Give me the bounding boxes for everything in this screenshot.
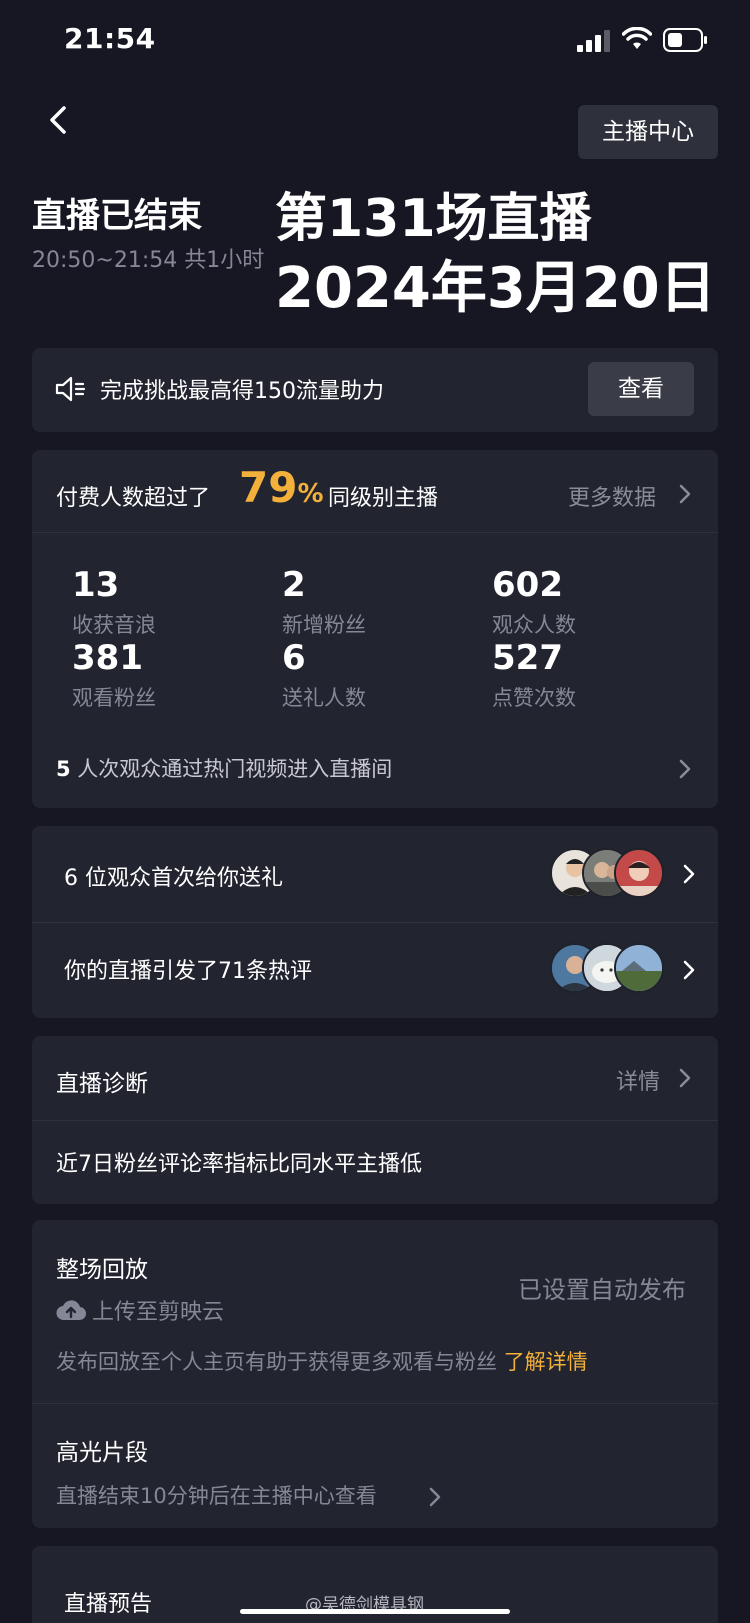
cloud-upload-icon xyxy=(56,1300,86,1321)
view-challenge-button[interactable]: 查看 xyxy=(588,362,694,416)
chevron-right-icon xyxy=(679,484,691,504)
home-indicator[interactable] xyxy=(240,1609,510,1614)
speaker-icon xyxy=(55,376,86,402)
wifi-icon xyxy=(622,27,652,49)
hot-comment-text: 你的直播引发了71条热评 xyxy=(64,959,312,984)
diagnosis-title: 直播诊断 xyxy=(56,1071,148,1097)
chevron-right-icon xyxy=(429,1487,441,1507)
first-gift-row[interactable]: 6 位观众首次给你送礼 xyxy=(32,826,718,922)
stat-label-new-fans: 新增粉丝 xyxy=(282,613,366,637)
chevron-right-icon xyxy=(683,960,695,980)
stat-value-coins: 13 xyxy=(72,565,120,605)
diagnosis-details-link[interactable]: 详情 xyxy=(616,1064,660,1096)
stat-value-likes: 527 xyxy=(492,638,563,678)
overlay-session-text: 第131场直播 xyxy=(275,189,592,249)
diagnosis-header-row[interactable]: 直播诊断 详情 xyxy=(32,1036,718,1120)
highlights-title: 高光片段 xyxy=(56,1440,148,1466)
chevron-right-icon xyxy=(679,759,691,779)
preview-title: 直播预告 xyxy=(64,1592,153,1617)
learn-more-link[interactable]: 了解详情 xyxy=(504,1350,588,1374)
hot-comment-row[interactable]: 你的直播引发了71条热评 xyxy=(32,922,718,1018)
challenge-banner: 完成挑战最高得150流量助力 查看 xyxy=(32,348,718,432)
battery-icon xyxy=(663,28,707,52)
pay-prefix-text: 付费人数超过了 xyxy=(56,486,211,511)
stat-value-gifters: 6 xyxy=(282,638,306,678)
replay-title: 整场回放 xyxy=(56,1257,148,1283)
more-data-link[interactable]: 更多数据 xyxy=(568,480,656,512)
stat-label-gifters: 送礼人数 xyxy=(282,686,366,710)
stat-label-likes: 点赞次数 xyxy=(492,686,576,710)
hot-video-row[interactable]: 5 人次观众通过热门视频进入直播间 xyxy=(32,740,718,800)
diagnosis-text: 近7日粉丝评论率指标比同水平主播低 xyxy=(56,1152,422,1177)
first-gift-text: 6 位观众首次给你送礼 xyxy=(64,866,283,891)
audience-card: 6 位观众首次给你送礼 你的直播引发了71条热评 xyxy=(32,826,718,1018)
challenge-text: 完成挑战最高得150流量助力 xyxy=(100,379,384,404)
diagnosis-card: 直播诊断 详情 近7日粉丝评论率指标比同水平主播低 xyxy=(32,1036,718,1204)
pay-percent: 79% xyxy=(239,463,324,512)
status-bar: 21:54 xyxy=(0,0,750,80)
live-time-range: 20:50~21:54 共1小时 xyxy=(32,248,265,273)
highlights-hint: 直播结束10分钟后在主播中心查看 xyxy=(56,1484,377,1508)
stat-label-coins: 收获音浪 xyxy=(72,613,156,637)
stat-value-new-fans: 2 xyxy=(282,565,306,605)
pay-stats-row[interactable]: 付费人数超过了 79% 同级别主播 更多数据 xyxy=(32,450,718,532)
stats-card: 付费人数超过了 79% 同级别主播 更多数据 13 收获音浪 2 新增粉丝 60… xyxy=(32,450,718,808)
status-time: 21:54 xyxy=(64,22,156,55)
page-title: 直播已结束 xyxy=(32,196,202,236)
hot-video-text: 5 人次观众通过热门视频进入直播间 xyxy=(56,757,393,781)
host-center-button[interactable]: 主播中心 xyxy=(578,105,718,159)
stat-value-fan-viewers: 381 xyxy=(72,638,143,678)
chevron-right-icon xyxy=(679,1068,691,1088)
pay-suffix-text: 同级别主播 xyxy=(328,486,439,511)
publish-hint: 发布回放至个人主页有助于获得更多观看与粉丝 了解详情 xyxy=(56,1350,588,1374)
stat-label-fan-viewers: 观看粉丝 xyxy=(72,686,156,710)
auto-publish-status[interactable]: 已设置自动发布 xyxy=(518,1270,686,1305)
highlights-hint-row[interactable]: 直播结束10分钟后在主播中心查看 xyxy=(32,1475,718,1515)
upload-to-cloud-text[interactable]: 上传至剪映云 xyxy=(92,1294,224,1326)
replay-card: 整场回放 上传至剪映云 已设置自动发布 发布回放至个人主页有助于获得更多观看与粉… xyxy=(32,1220,718,1528)
avatar xyxy=(614,848,664,898)
avatar xyxy=(614,943,664,993)
cellular-signal-icon xyxy=(577,30,610,52)
stat-label-viewers: 观众人数 xyxy=(492,613,576,637)
overlay-date-text: 2024年3月20日 xyxy=(275,256,716,321)
back-button[interactable] xyxy=(40,96,80,144)
stat-value-viewers: 602 xyxy=(492,565,563,605)
chevron-right-icon xyxy=(683,864,695,884)
